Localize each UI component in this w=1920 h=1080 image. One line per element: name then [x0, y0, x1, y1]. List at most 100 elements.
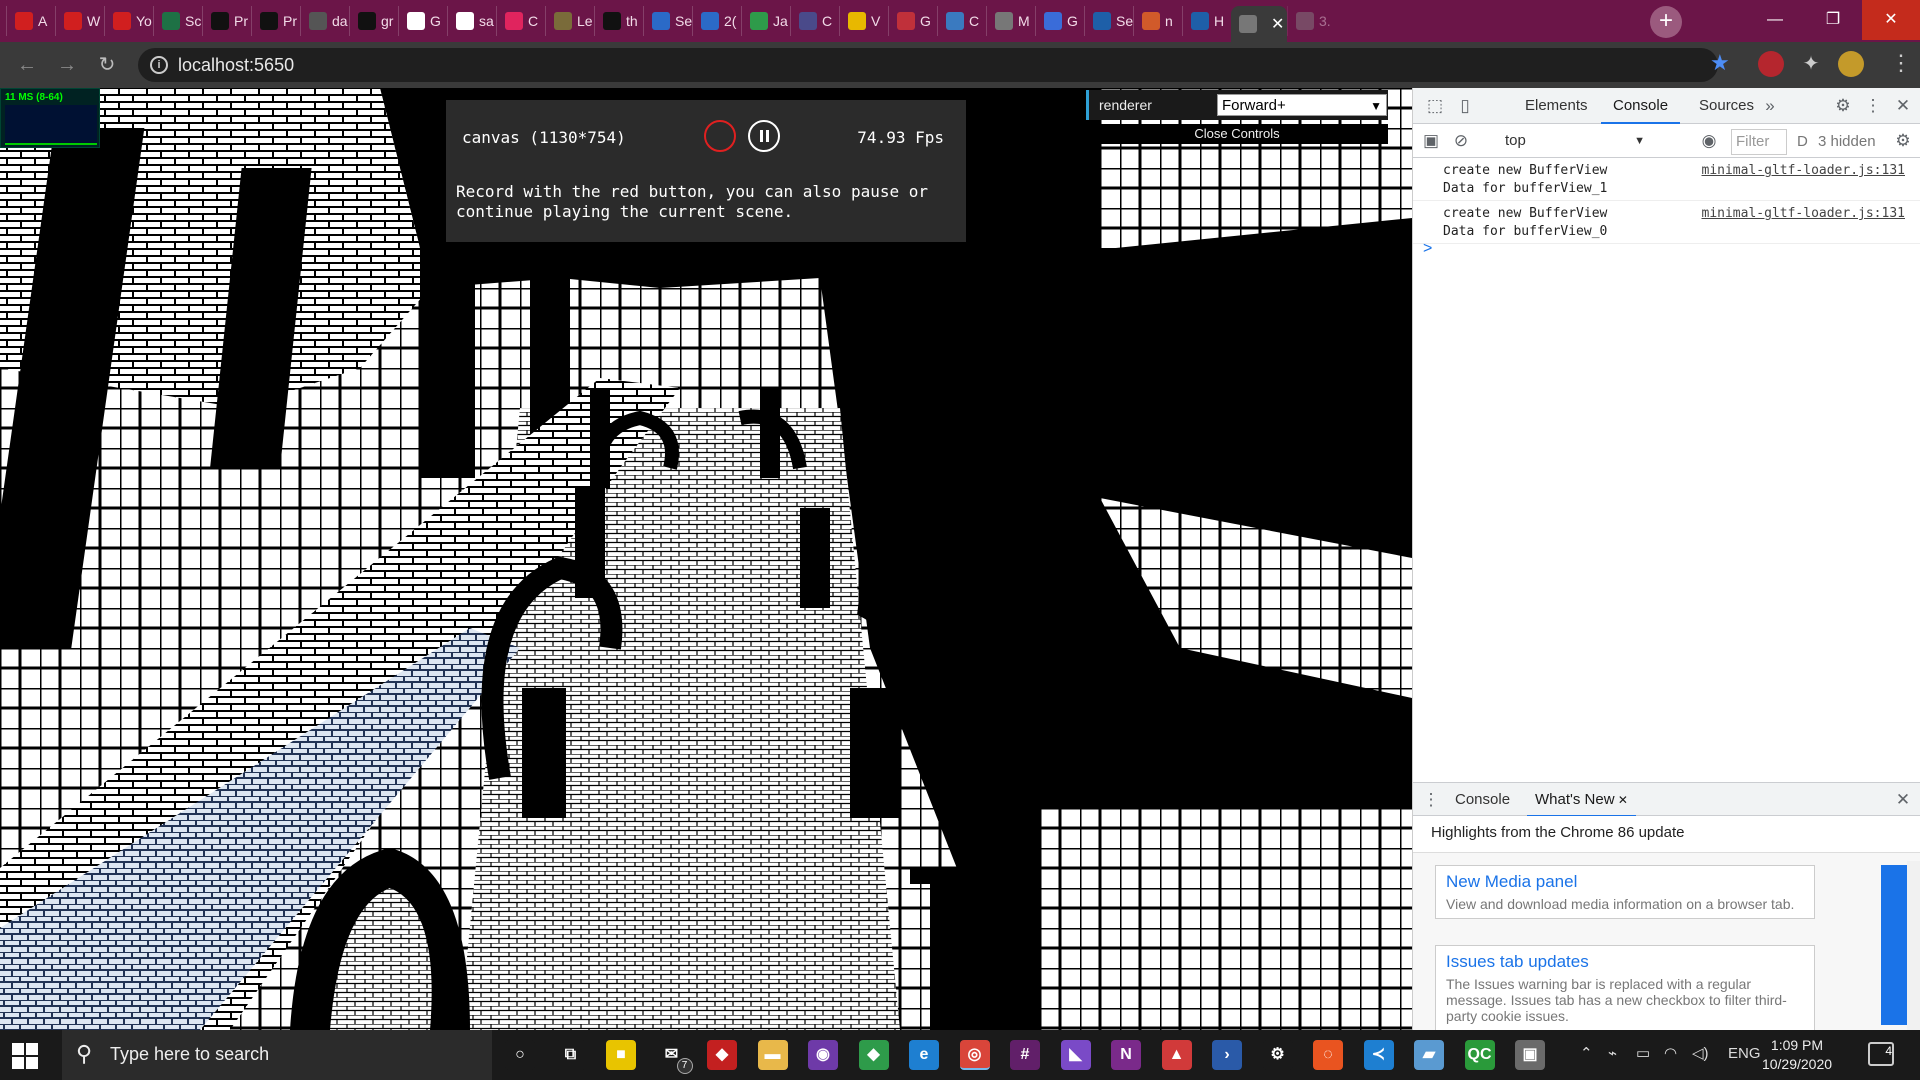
qc-icon[interactable]: QC [1464, 1040, 1495, 1070]
settings-gear-icon[interactable]: ⚙ [1831, 94, 1855, 118]
browser-tab[interactable]: G [398, 6, 447, 36]
extension-icon[interactable] [1758, 51, 1784, 77]
log-levels[interactable]: D [1797, 129, 1808, 155]
browser-tab[interactable]: gr [349, 6, 398, 36]
browser-tab[interactable]: M [986, 6, 1035, 36]
clear-console-icon[interactable]: ⊘ [1449, 129, 1473, 153]
browser-tab[interactable]: 2( [692, 6, 741, 36]
browser-tab[interactable]: C [937, 6, 986, 36]
drawer-tab[interactable]: Console [1447, 783, 1518, 817]
onenote-icon[interactable]: N [1111, 1040, 1141, 1070]
record-button[interactable] [704, 120, 736, 152]
whats-new-card[interactable]: New Media panel View and download media i… [1435, 865, 1815, 919]
browser-tab[interactable]: G [888, 6, 937, 36]
card-title[interactable]: Issues tab updates [1446, 952, 1804, 972]
log-source-link[interactable]: minimal-gltf-loader.js:131 [1702, 162, 1906, 180]
slack-icon[interactable]: # [1010, 1040, 1040, 1070]
eye-icon[interactable]: ◉ [1697, 129, 1721, 153]
browser-tab[interactable]: Se [1084, 6, 1133, 36]
drawer-menu-icon[interactable]: ⋮ [1419, 788, 1443, 812]
console-settings-icon[interactable]: ⚙ [1891, 129, 1915, 153]
close-window-button[interactable]: ✕ [1862, 0, 1920, 40]
close-tab-icon[interactable]: ✕ [1615, 793, 1628, 807]
browser-tab[interactable]: H [1182, 6, 1231, 36]
menu-icon[interactable]: ⋮ [1890, 50, 1912, 76]
more-tabs-icon[interactable]: » [1758, 94, 1782, 118]
sidebar-toggle-icon[interactable]: ▣ [1419, 129, 1443, 153]
url-text[interactable]: localhost:5650 [178, 55, 294, 76]
browser-tab[interactable]: Ja [741, 6, 790, 36]
close-devtools-icon[interactable]: ✕ [1891, 94, 1915, 118]
renderer-select[interactable]: Forward+ ▼ [1217, 94, 1387, 116]
info-icon[interactable]: i [150, 56, 168, 74]
browser-tab[interactable]: G [1035, 6, 1084, 36]
taskbar-search[interactable]: ⚲ Type here to search [62, 1030, 492, 1080]
browser-tab[interactable]: Le [545, 6, 594, 36]
close-tab-icon[interactable]: ✕ [1271, 14, 1284, 34]
windows-start-icon[interactable] [12, 1043, 38, 1069]
notification-center-icon[interactable]: 4 [1868, 1042, 1894, 1066]
stats-monitor[interactable]: 11 MS (8-64) [0, 88, 100, 148]
bookmark-star-icon[interactable]: ★ [1710, 50, 1730, 76]
vscode-icon[interactable]: ≺ [1363, 1040, 1394, 1070]
browser-tab[interactable]: C [790, 6, 839, 36]
drawer-tab[interactable]: What's New ✕ [1527, 783, 1636, 817]
card-title[interactable]: New Media panel [1446, 872, 1804, 892]
edge-icon[interactable]: e [909, 1040, 939, 1070]
devtools-menu-icon[interactable]: ⋮ [1861, 94, 1885, 118]
browser-tab[interactable]: sa [447, 6, 496, 36]
new-tab-button[interactable]: + [1650, 6, 1682, 38]
tab-elements[interactable]: Elements [1513, 88, 1600, 124]
browser-tab[interactable]: Pr [202, 6, 251, 36]
context-select[interactable]: top ▼ [1501, 128, 1651, 154]
browser-tab[interactable]: n [1133, 6, 1182, 36]
browser-tab[interactable]: da [300, 6, 349, 36]
browser-tab[interactable]: W [55, 6, 104, 36]
chrome-icon[interactable]: ◎ [959, 1040, 990, 1070]
browser-tab[interactable]: Yo [104, 6, 153, 36]
tab-console[interactable]: Console [1601, 88, 1681, 124]
filter-input[interactable]: Filter [1731, 129, 1787, 155]
volume-icon[interactable]: ◁) [1692, 1044, 1709, 1062]
restore-button[interactable]: ❐ [1804, 0, 1862, 40]
omnibox[interactable] [138, 48, 1718, 82]
chevron-up-icon[interactable]: ⌃ [1580, 1044, 1593, 1062]
github-desktop-icon[interactable]: ◉ [808, 1040, 838, 1070]
game-icon[interactable]: ◆ [707, 1040, 737, 1070]
browser-tab[interactable]: Sc [153, 6, 202, 36]
browser-tab[interactable]: 3. [1287, 6, 1336, 36]
tab-sources[interactable]: Sources [1687, 88, 1766, 124]
browser-tab[interactable]: V [839, 6, 888, 36]
minimize-button[interactable]: — [1746, 0, 1804, 40]
back-icon[interactable]: ← [14, 52, 40, 78]
git-icon[interactable]: ◆ [858, 1040, 889, 1070]
ubuntu-icon[interactable]: ◌ [1313, 1040, 1343, 1070]
wifi-icon[interactable]: ◠ [1664, 1044, 1677, 1062]
console-prompt[interactable]: > [1423, 240, 1432, 258]
battery-icon[interactable]: ▭ [1636, 1044, 1650, 1062]
arcgis-icon[interactable]: ▲ [1161, 1040, 1192, 1070]
task-view-icon[interactable]: ⧉ [555, 1040, 586, 1070]
log-source-link[interactable]: minimal-gltf-loader.js:131 [1702, 205, 1906, 223]
device-icon[interactable]: ▣ [1515, 1040, 1545, 1070]
browser-tab[interactable]: C [496, 6, 545, 36]
pause-button[interactable] [748, 120, 780, 152]
browser-tab[interactable]: th [594, 6, 643, 36]
powershell-icon[interactable]: › [1212, 1040, 1242, 1070]
whats-new-card[interactable]: Issues tab updates The Issues warning bar… [1435, 945, 1815, 1031]
device-toolbar-icon[interactable]: ▯ [1453, 94, 1477, 118]
settings-icon[interactable]: ⚙ [1262, 1040, 1293, 1070]
scrollbar[interactable] [1907, 861, 1920, 1031]
vs-icon[interactable]: ◣ [1060, 1040, 1091, 1070]
notepad-icon[interactable]: ▰ [1414, 1040, 1444, 1070]
browser-tab[interactable]: A [6, 6, 55, 36]
browser-tab[interactable]: Se [643, 6, 692, 36]
browser-tab[interactable]: Pr [251, 6, 300, 36]
network-icon[interactable]: ⌁ [1608, 1044, 1617, 1062]
clock[interactable]: 1:09 PM 10/29/2020 [1752, 1036, 1842, 1074]
puzzle-icon[interactable]: ✦ [1798, 51, 1824, 77]
forward-icon[interactable]: → [54, 52, 80, 78]
browser-tab[interactable]: ✕ [1231, 6, 1287, 42]
sticky-notes-icon[interactable]: ■ [606, 1040, 636, 1070]
inspect-icon[interactable]: ⬚ [1423, 94, 1447, 118]
